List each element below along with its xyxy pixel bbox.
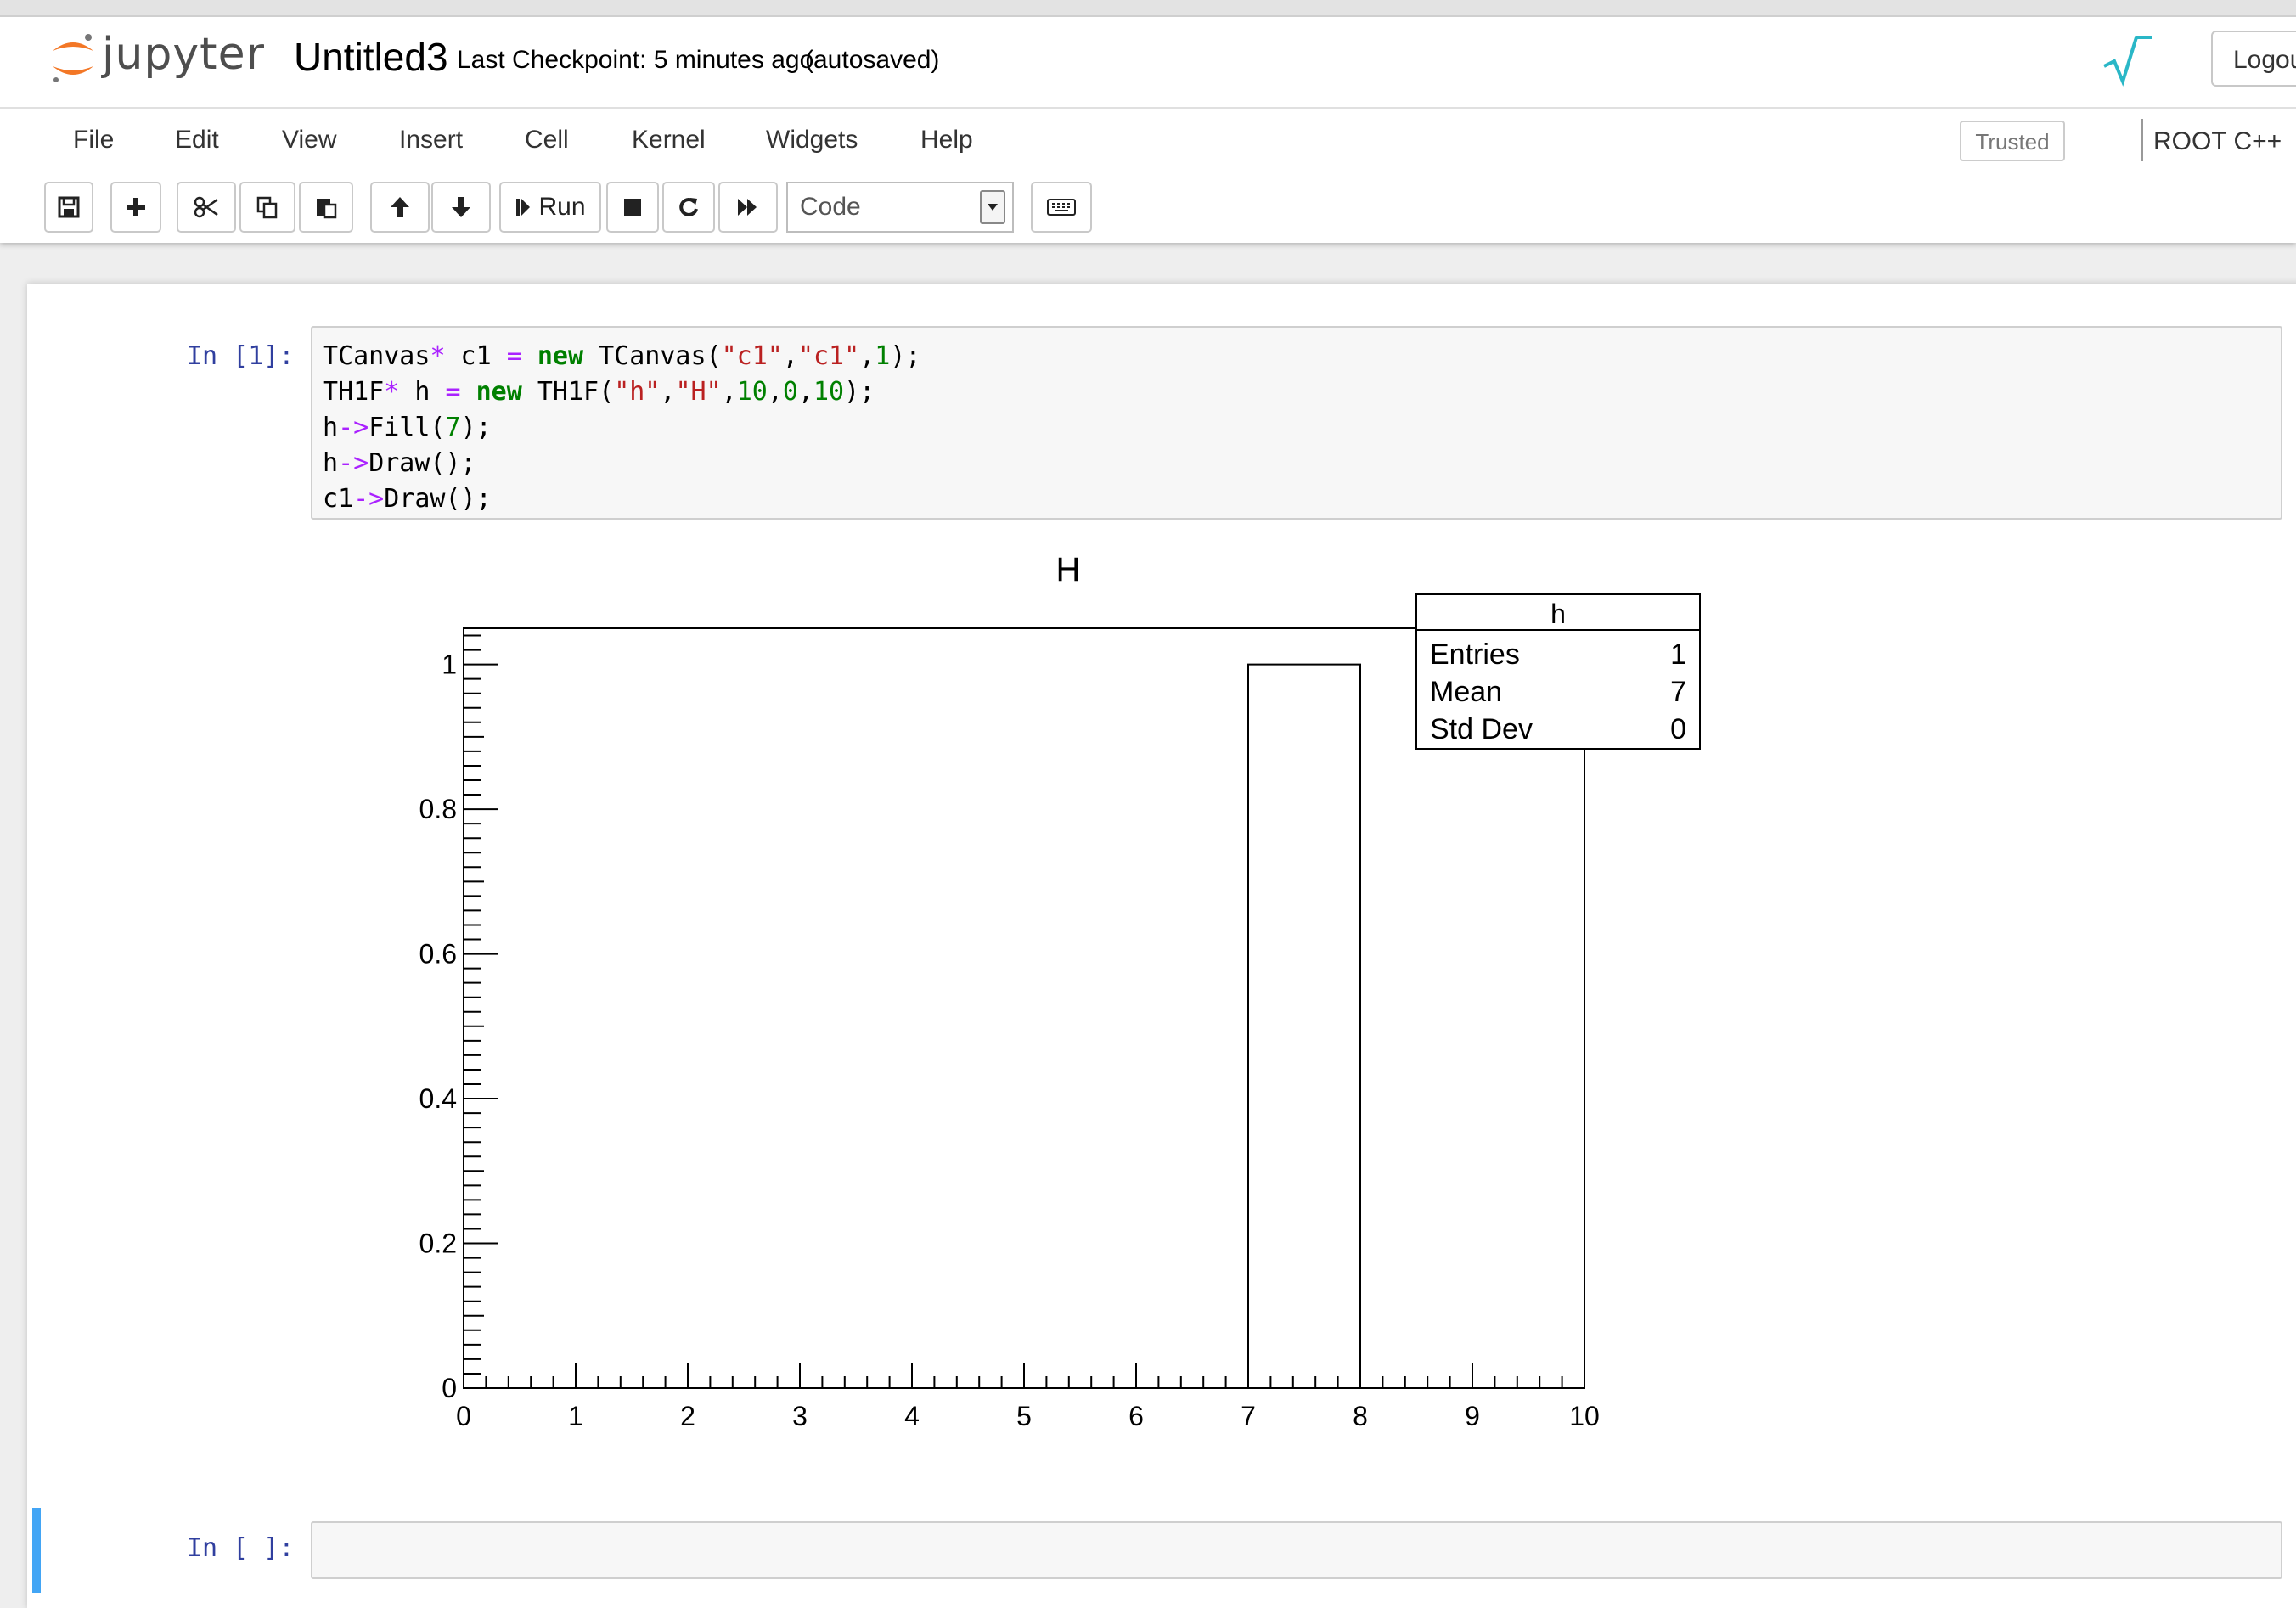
stats-row-label: Std Dev: [1430, 713, 1533, 745]
x-tick-label: 4: [904, 1401, 920, 1431]
x-tick-label: 7: [1241, 1401, 1256, 1431]
x-tick-label: 2: [680, 1401, 695, 1431]
chart-title: H: [1056, 551, 1081, 588]
y-tick-label: 0.8: [419, 794, 457, 824]
stats-row-label: Mean: [1430, 676, 1502, 708]
y-tick-label: 0.4: [419, 1083, 457, 1114]
stats-row-value: 7: [1670, 676, 1686, 708]
histogram-output: H 0 1 2 3 4 5 6 7 8 9 10 0 0.2 0.4 0.6 0.8 1 h Entries 1 Mean…: [419, 551, 1701, 1431]
y-tick-label: 0.6: [419, 939, 457, 970]
stats-row-value: 0: [1670, 713, 1686, 745]
x-tick-label: 5: [1016, 1401, 1032, 1431]
stats-row-value: 1: [1670, 638, 1686, 671]
stats-box-title: h: [1550, 599, 1566, 629]
x-tick-label: 3: [792, 1401, 808, 1431]
histogram-bar: [1247, 663, 1361, 1389]
x-tick-label: 6: [1128, 1401, 1144, 1431]
x-tick-label: 1: [568, 1401, 583, 1431]
cell-2-editor[interactable]: [311, 1521, 2282, 1579]
cell-2-prompt: In [ ]:: [187, 1533, 295, 1563]
x-tick-label: 9: [1465, 1401, 1480, 1431]
x-tick-label: 10: [1569, 1401, 1600, 1431]
y-tick-label: 1: [442, 649, 457, 680]
x-tick-label: 0: [456, 1401, 471, 1431]
selected-cell-indicator: [32, 1508, 41, 1593]
stats-row-label: Entries: [1430, 638, 1520, 671]
x-tick-label: 8: [1353, 1401, 1368, 1431]
y-tick-label: 0.2: [419, 1228, 457, 1259]
y-tick-label: 0: [442, 1373, 457, 1403]
